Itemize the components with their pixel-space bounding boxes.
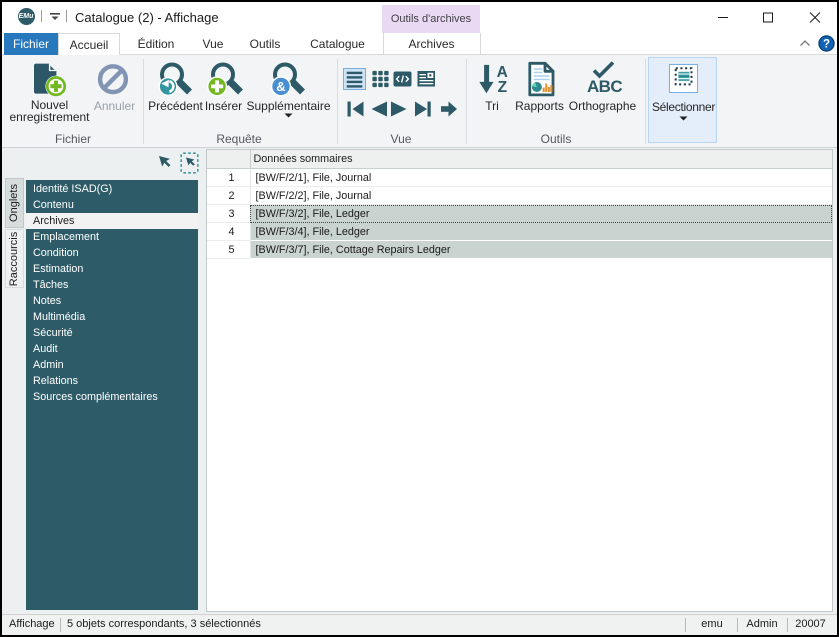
svg-text:&: &: [276, 79, 285, 94]
svg-text:ABC: ABC: [587, 77, 622, 95]
svg-text:?: ?: [823, 39, 830, 51]
svg-text:Z: Z: [498, 79, 508, 95]
